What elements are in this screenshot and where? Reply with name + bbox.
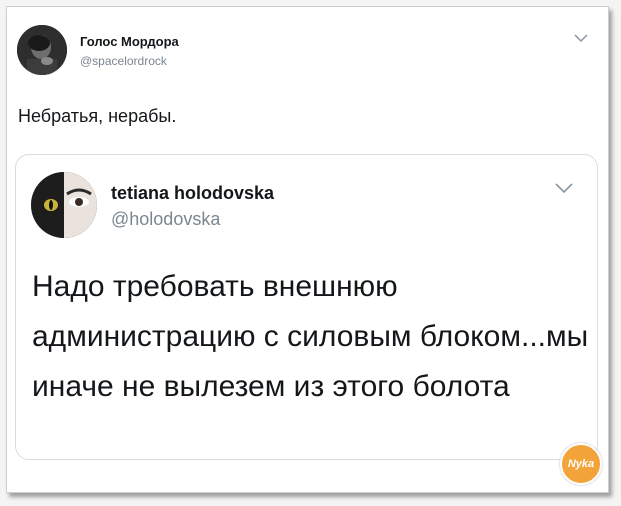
quoted-author-name[interactable]: tetiana holodovska: [111, 183, 274, 204]
author-handle[interactable]: @spacelordrock: [80, 54, 167, 68]
chevron-down-icon[interactable]: [574, 30, 588, 46]
quoted-author-handle[interactable]: @holodovska: [111, 209, 220, 230]
avatar-photo: [17, 25, 67, 75]
quoted-author-avatar[interactable]: [31, 172, 97, 238]
chevron-down-icon[interactable]: [555, 178, 573, 199]
tweet-text: Небратья, нерабы.: [18, 106, 177, 126]
author-name[interactable]: Голос Мордора: [80, 34, 179, 49]
author-avatar[interactable]: [17, 25, 67, 75]
avatar-photo: [31, 172, 97, 238]
watermark-logo: Nyka: [560, 443, 602, 485]
quoted-tweet-text: Надо требовать внешнюю администрацию с с…: [32, 270, 589, 403]
watermark-text: Nyka: [567, 458, 595, 470]
